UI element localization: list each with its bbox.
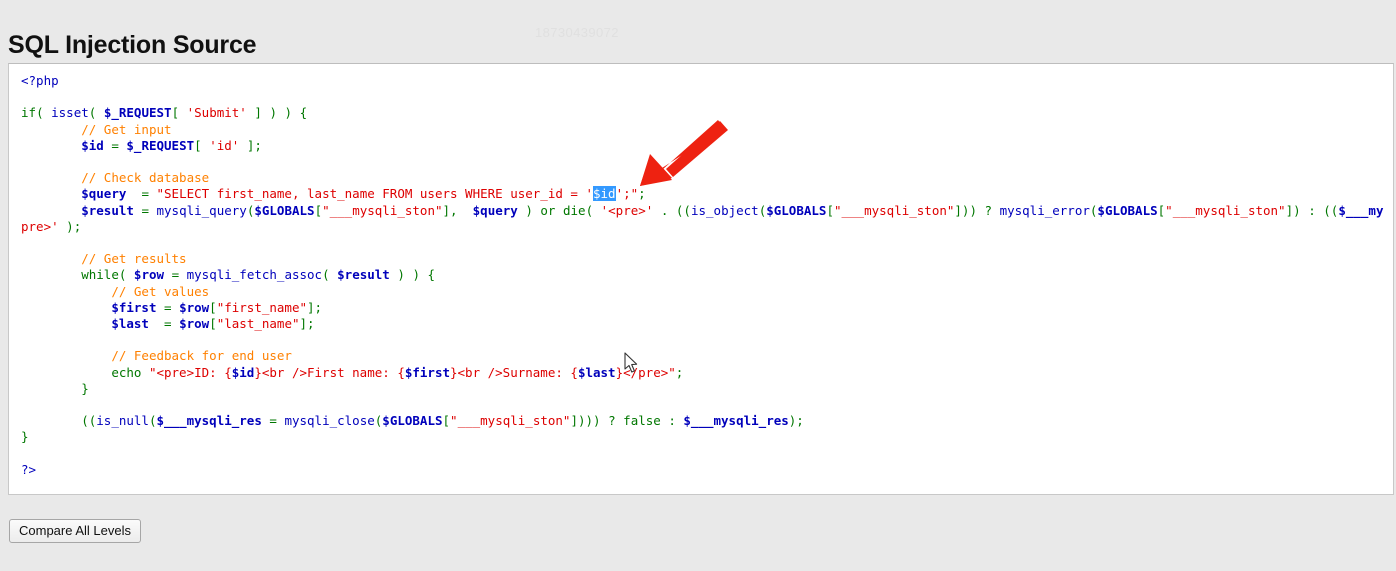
php-source-code: <?php if( isset( $_REQUEST[ 'Submit' ] )…	[21, 73, 1384, 477]
compare-all-levels-button[interactable]: Compare All Levels	[9, 519, 141, 543]
page-title: SQL Injection Source	[8, 30, 257, 59]
watermark-text: 18730439072	[535, 25, 619, 40]
source-code-inner: <?php if( isset( $_REQUEST[ 'Submit' ] )…	[9, 64, 1393, 494]
source-code-panel[interactable]: <?php if( isset( $_REQUEST[ 'Submit' ] )…	[8, 63, 1394, 495]
page-root: SQL Injection Source 18730439072 <?php i…	[0, 0, 1396, 571]
